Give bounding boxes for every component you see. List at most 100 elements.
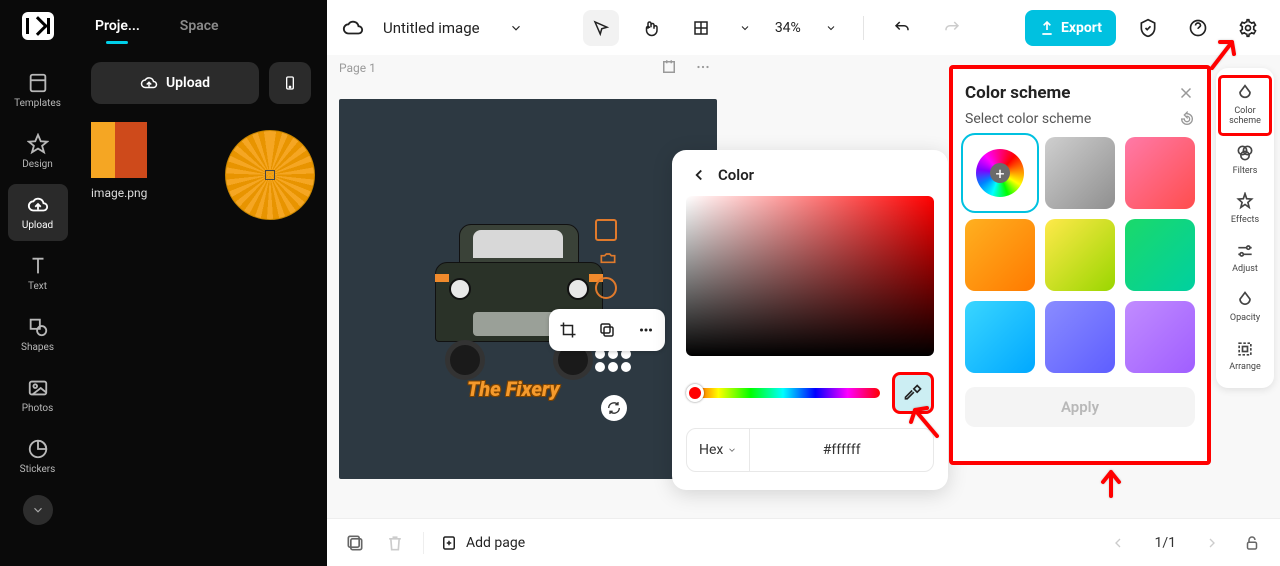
redo-button[interactable]: [934, 10, 970, 46]
nav-more[interactable]: [23, 495, 53, 525]
rail-opacity[interactable]: Opacity: [1219, 282, 1271, 331]
fixery-text[interactable]: The Fixery: [467, 377, 560, 401]
nav-text[interactable]: Text: [8, 245, 68, 302]
rail-filters[interactable]: Filters: [1219, 135, 1271, 184]
rail-arrange[interactable]: Arrange: [1219, 331, 1271, 380]
color-picker-title: Color: [718, 166, 754, 184]
color-scheme-title: Color scheme: [965, 83, 1070, 103]
color-scheme-swatch[interactable]: [965, 301, 1035, 373]
tab-project[interactable]: Proje...: [95, 18, 140, 34]
refresh-icon[interactable]: [601, 395, 627, 421]
export-button[interactable]: Export: [1025, 10, 1116, 46]
tab-space[interactable]: Space: [180, 18, 219, 34]
app-logo[interactable]: [22, 12, 54, 40]
rail-label: Color scheme: [1219, 107, 1271, 127]
upload-button[interactable]: Upload: [91, 62, 259, 104]
page-counter: 1/1: [1146, 535, 1184, 551]
delete-page-icon[interactable]: [383, 531, 407, 555]
color-picker-popup: Color Hex #ffffff: [672, 150, 948, 490]
color-scheme-custom[interactable]: +: [965, 137, 1035, 209]
car-graphic[interactable]: [435, 224, 603, 374]
rail-adjust[interactable]: Adjust: [1219, 233, 1271, 282]
crop-icon[interactable]: [556, 318, 580, 342]
add-page-button[interactable]: Add page: [440, 534, 525, 552]
divider: [863, 16, 864, 40]
color-scheme-swatch[interactable]: [1125, 137, 1195, 209]
export-label: Export: [1061, 20, 1102, 36]
rail-label: Opacity: [1230, 313, 1260, 323]
rail-label: Arrange: [1229, 362, 1261, 372]
nav-label: Templates: [14, 98, 61, 109]
prev-page-icon[interactable]: [1106, 531, 1130, 555]
nav-shapes[interactable]: Shapes: [8, 306, 68, 363]
nav-label: Shapes: [21, 342, 54, 353]
unlock-icon[interactable]: [1240, 531, 1264, 555]
top-bar: Untitled image 34% Export: [327, 0, 1280, 55]
add-page-label: Add page: [466, 535, 525, 551]
page-more-icon[interactable]: [693, 57, 713, 77]
shield-icon[interactable]: [1130, 10, 1166, 46]
nav-upload[interactable]: Upload: [8, 184, 68, 241]
hex-input-row: Hex #ffffff: [686, 428, 934, 472]
duplicate-page-icon[interactable]: [343, 531, 367, 555]
dots-icon: [595, 349, 631, 372]
reset-icon[interactable]: [1179, 111, 1195, 127]
nav-design[interactable]: Design: [8, 123, 68, 180]
title-dropdown-icon[interactable]: [504, 16, 528, 40]
hex-format-selector[interactable]: Hex: [687, 429, 750, 471]
rail-label: Effects: [1231, 215, 1259, 225]
drag-preview-overlay: [225, 130, 315, 220]
color-scheme-panel: Color scheme Select color scheme + Apply: [949, 65, 1211, 465]
hand-tool[interactable]: [633, 10, 669, 46]
duplicate-icon[interactable]: [595, 318, 619, 342]
cursor-tool[interactable]: [583, 10, 619, 46]
nav-templates[interactable]: Templates: [8, 62, 68, 119]
zoom-level[interactable]: 34%: [771, 20, 805, 36]
page-label: Page 1: [339, 61, 376, 75]
back-icon[interactable]: [690, 166, 708, 184]
page-expand-icon[interactable]: [659, 57, 679, 77]
bottom-bar: Add page 1/1: [327, 518, 1280, 566]
upload-label: Upload: [166, 75, 210, 91]
close-icon[interactable]: [1177, 84, 1195, 102]
color-scheme-swatch[interactable]: [965, 219, 1035, 291]
color-scheme-swatch[interactable]: [1125, 219, 1195, 291]
color-scheme-subtitle: Select color scheme: [965, 111, 1091, 127]
annotation-arrow: [1098, 468, 1124, 502]
nav-label: Text: [28, 281, 47, 292]
nav-label: Design: [22, 159, 53, 170]
hex-value-input[interactable]: #ffffff: [750, 442, 933, 458]
color-scheme-swatch[interactable]: [1045, 301, 1115, 373]
color-scheme-grid: +: [965, 137, 1195, 373]
annotation-arrow: [909, 404, 939, 442]
nav-label: Stickers: [20, 464, 56, 475]
resize-tool[interactable]: [683, 10, 719, 46]
warning-icons: [595, 219, 621, 299]
hue-thumb[interactable]: [686, 384, 704, 402]
nav-photos[interactable]: Photos: [8, 367, 68, 424]
color-scheme-swatch[interactable]: [1045, 137, 1115, 209]
color-scheme-swatch[interactable]: [1125, 301, 1195, 373]
color-scheme-swatch[interactable]: [1045, 219, 1115, 291]
more-icon[interactable]: [634, 318, 658, 342]
rail-label: Adjust: [1232, 264, 1258, 274]
color-gradient-area[interactable]: [686, 196, 934, 356]
right-tool-rail: Color scheme Filters Effects Adjust Opac…: [1216, 68, 1274, 388]
cloud-sync-icon[interactable]: [341, 16, 365, 40]
hue-slider[interactable]: [686, 388, 880, 398]
nav-label: Upload: [22, 220, 53, 231]
apply-button[interactable]: Apply: [965, 387, 1195, 427]
undo-button[interactable]: [884, 10, 920, 46]
rail-color-scheme[interactable]: Color scheme: [1219, 76, 1271, 135]
document-title[interactable]: Untitled image: [383, 19, 480, 37]
artboard[interactable]: The Fixery: [339, 99, 717, 479]
rail-effects[interactable]: Effects: [1219, 184, 1271, 233]
nav-stickers[interactable]: Stickers: [8, 428, 68, 485]
resize-dropdown-icon[interactable]: [733, 16, 757, 40]
divider: [423, 532, 424, 554]
next-page-icon[interactable]: [1200, 531, 1224, 555]
rail-label: Filters: [1233, 166, 1258, 176]
zoom-dropdown-icon[interactable]: [819, 16, 843, 40]
left-nav: Templates Design Upload Text Shapes Phot…: [0, 0, 75, 566]
mobile-preview-button[interactable]: [269, 62, 311, 104]
